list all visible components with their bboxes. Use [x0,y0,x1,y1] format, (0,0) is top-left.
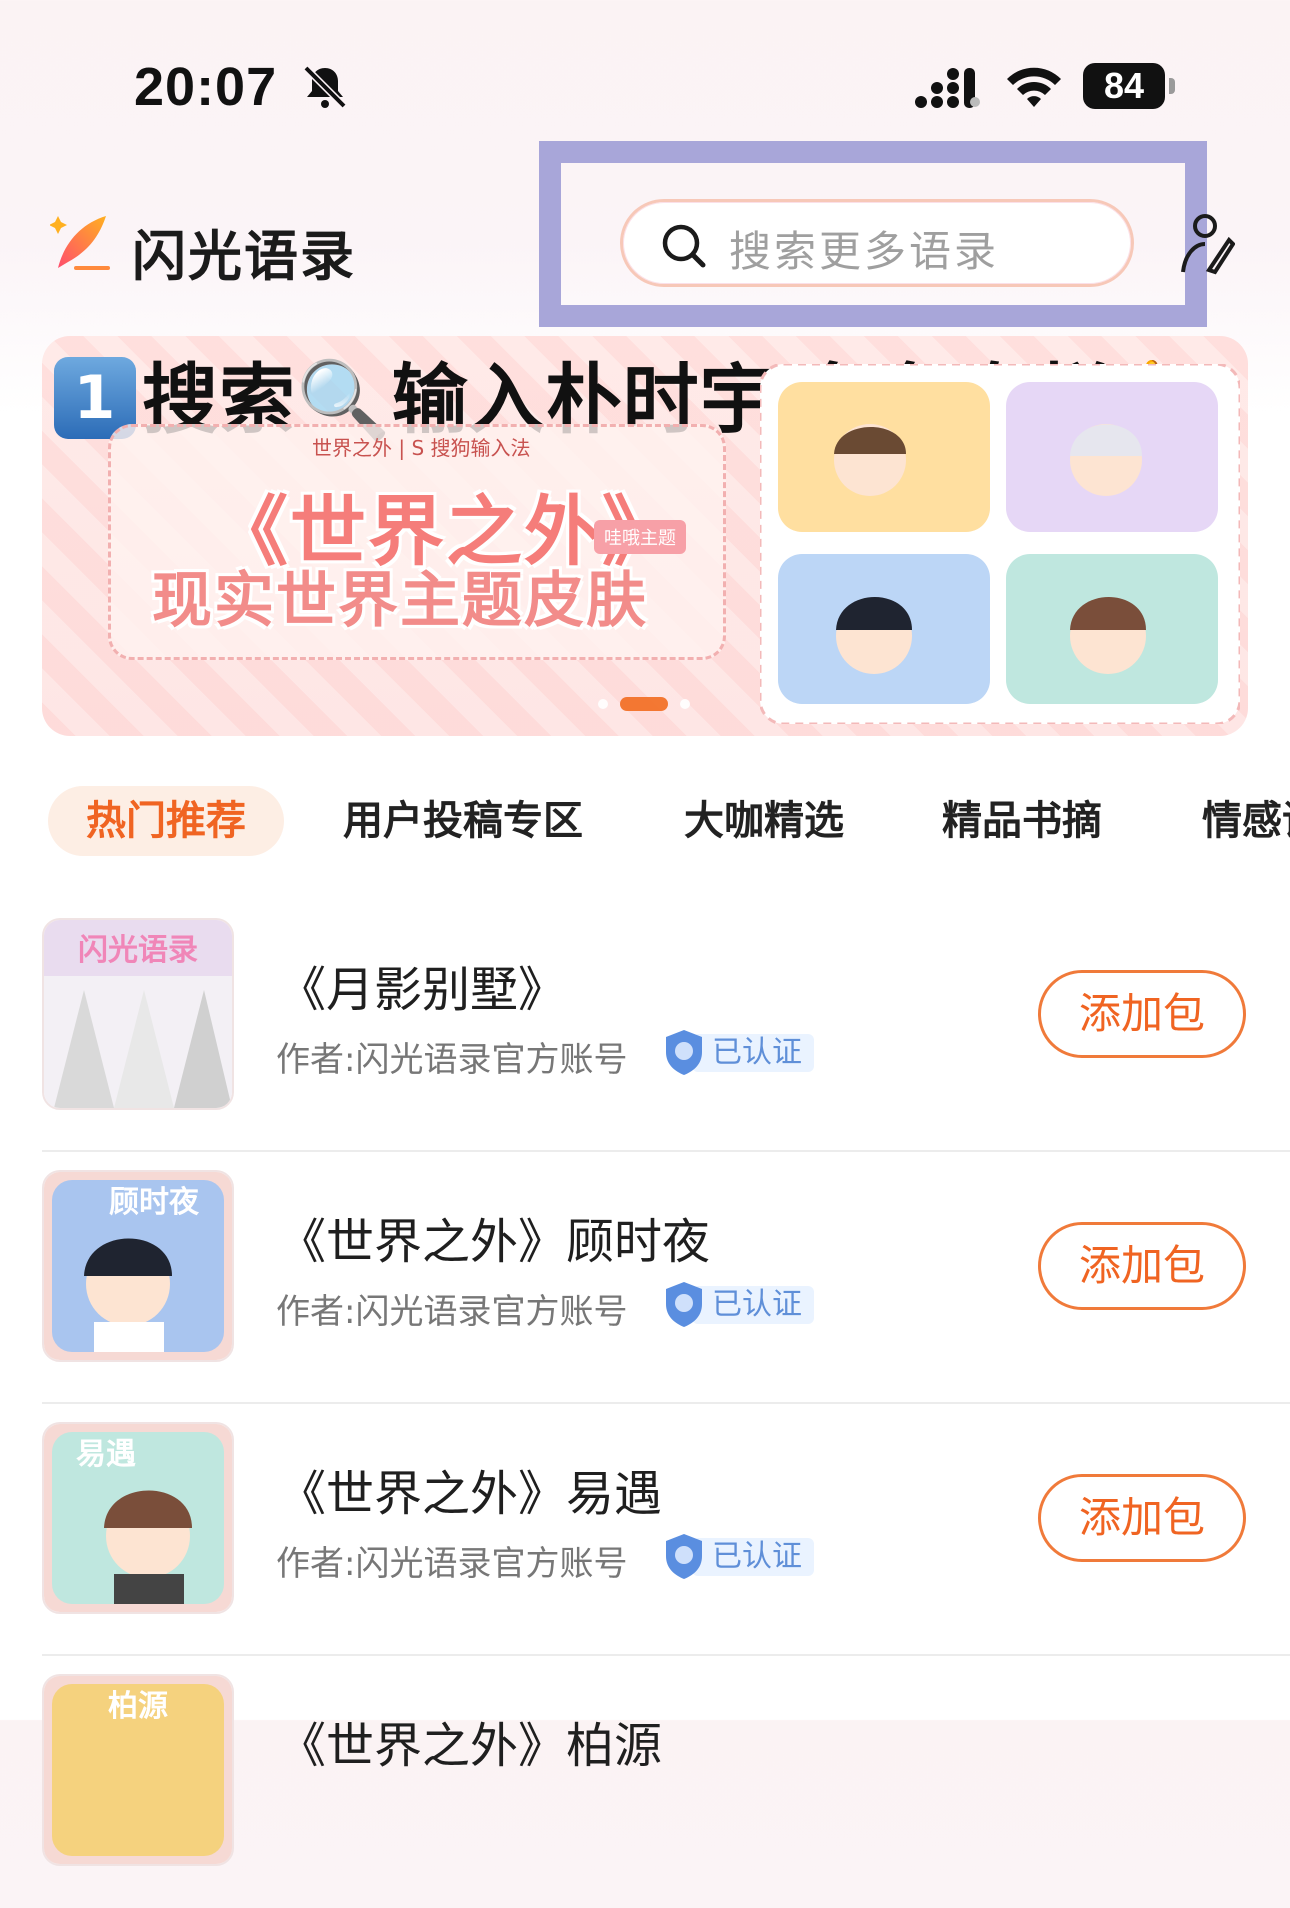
banner-subtitle: 现实世界主题皮肤 [152,566,648,636]
list-item[interactable]: 顾时夜 《世界之外》顾时夜 作者:闪光语录官方账号 已认证 添加包 [0,1152,1290,1404]
thumbnail-art: 易遇 [44,1424,232,1612]
wifi-icon [1007,67,1061,107]
banner-brand: 世界之外 | S 搜狗输入法 [312,436,531,460]
pack-thumbnail: 闪光语录 [42,918,234,1110]
chibi-face-3 [836,597,912,674]
promo-banner[interactable]: 1 搜索🔍输入朴时宇/兔兔专栏👆 世界之外 | S 搜狗输入法 《世界之外》 哇哦… [42,336,1248,736]
pack-title: 《世界之外》顾时夜 [278,1214,711,1270]
signal-icon [915,68,980,108]
status-bar: 20:07 84 [0,0,1290,130]
list-item[interactable]: 闪光语录 《月影别墅》 作者:闪光语录官方账号 已认证 添加包 [0,900,1290,1152]
thumbnail-label: 顾时夜 [109,1185,200,1220]
search-icon [662,224,706,268]
chibi-face-2 [1070,424,1142,496]
verified-shield-icon [666,1534,702,1579]
list-item[interactable]: 易遇 《世界之外》易遇 作者:闪光语录官方账号 已认证 添加包 [0,1404,1290,1656]
thumbnail-art: 柏源 [44,1676,232,1864]
verified-shield-icon [666,1030,702,1075]
battery-level: 84 [1083,63,1165,109]
verified-label: 已认证 [692,1538,814,1576]
bell-slash-icon [303,65,347,109]
pack-thumbnail: 易遇 [42,1422,234,1614]
battery-tip [1169,78,1175,94]
thumbnail-art: 顾时夜 [44,1172,232,1360]
carousel-dot-active [620,697,668,711]
add-pack-button[interactable]: 添加包 [1038,970,1246,1058]
verified-shield-icon [666,1282,702,1327]
feather-logo-icon [50,216,110,270]
verified-label: 已认证 [692,1034,814,1072]
pack-author: 作者:闪光语录官方账号 [276,1040,628,1080]
thumbnail-label: 柏源 [108,1689,168,1724]
carousel-dot [680,699,690,709]
app-title: 闪光语录 [132,225,356,288]
tab-book-excerpts[interactable]: 精品书摘 [942,786,1102,856]
pack-author: 作者:闪光语录官方账号 [276,1544,628,1584]
chibi-face-1 [834,424,906,496]
thumbnail-label: 闪光语录 [78,933,198,968]
chibi-face-4 [1070,597,1146,674]
verified-label: 已认证 [692,1286,814,1324]
banner-character-art [760,364,1240,724]
pack-author: 作者:闪光语录官方账号 [276,1292,628,1332]
pack-thumbnail: 柏源 [42,1674,234,1866]
banner-tag: 哇哦主题 [594,520,686,554]
add-pack-button[interactable]: 添加包 [1038,1222,1246,1310]
search-placeholder: 搜索更多语录 [729,227,1000,276]
carousel-indicator [598,696,738,712]
category-tabs: 热门推荐 用户投稿专区 大咖精选 精品书摘 情感语 [0,784,1290,864]
pack-title: 《月影别墅》 [278,962,567,1018]
battery-icon: 84 [1083,63,1175,109]
tab-emotional-quotes[interactable]: 情感语 [1202,786,1290,856]
carousel-dot [598,699,608,709]
tab-expert-picks[interactable]: 大咖精选 [684,786,844,856]
status-time: 20:07 [134,57,278,117]
thumbnail-art: 闪光语录 [44,920,232,1108]
thumbnail-label: 易遇 [76,1437,136,1472]
pack-title: 《世界之外》易遇 [278,1466,663,1522]
list-item[interactable]: 柏源 《世界之外》柏源 [0,1656,1290,1908]
pack-title: 《世界之外》柏源 [278,1718,663,1774]
tab-hot-recommend[interactable]: 热门推荐 [48,786,284,856]
pen-profile-icon[interactable] [1175,210,1235,280]
add-pack-button[interactable]: 添加包 [1038,1474,1246,1562]
pack-thumbnail: 顾时夜 [42,1170,234,1362]
search-input[interactable]: 搜索更多语录 [620,199,1134,287]
tab-user-submissions[interactable]: 用户投稿专区 [343,786,583,856]
